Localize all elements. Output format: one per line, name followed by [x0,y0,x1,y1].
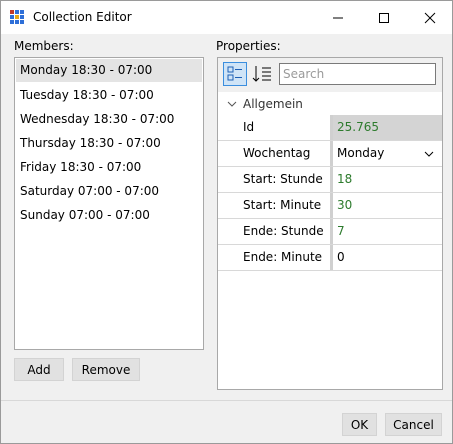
list-item[interactable]: Tuesday 18:30 - 07:00 [15,83,203,107]
close-button[interactable] [407,1,453,34]
app-icon [10,10,25,25]
property-rows: Id 25.765 Wochentag Monday Start: Stunde… [218,115,442,271]
property-value: Monday [337,146,385,160]
close-icon [424,12,436,23]
property-name: Ende: Stunde [243,224,324,238]
weekday-dropdown[interactable]: Monday [330,141,442,166]
categorized-icon [227,66,242,81]
property-row: Wochentag Monday [218,141,442,167]
property-row: Ende: Stunde 7 [218,219,442,245]
add-button[interactable]: Add [14,358,64,381]
collection-editor-window: Collection Editor Members: Monday 18:30 … [0,0,453,444]
footer-divider [1,400,452,401]
categorized-view-button[interactable] [223,62,247,86]
members-list[interactable]: Monday 18:30 - 07:00 Tuesday 18:30 - 07:… [14,57,204,350]
minimize-icon [333,17,343,18]
property-value[interactable]: 7 [330,219,442,244]
list-item[interactable]: Monday 18:30 - 07:00 [16,59,202,82]
list-item[interactable]: Friday 18:30 - 07:00 [15,155,203,179]
cancel-button[interactable]: Cancel [385,413,442,436]
maximize-icon [379,12,389,23]
members-label: Members: [14,39,74,53]
properties-label: Properties: [216,39,281,53]
property-name: Id [243,120,255,134]
property-value[interactable]: 30 [330,193,442,218]
remove-button[interactable]: Remove [72,358,140,381]
property-row: Id 25.765 [218,115,442,141]
list-item[interactable]: Wednesday 18:30 - 07:00 [15,107,203,131]
property-value[interactable]: 0 [330,245,442,270]
chevron-down-icon [227,101,237,107]
maximize-button[interactable] [361,1,407,34]
list-item[interactable]: Sunday 07:00 - 07:00 [15,203,203,227]
property-row: Start: Minute 30 [218,193,442,219]
title-bar: Collection Editor [1,1,452,34]
sort-alphabetical-icon [252,66,271,82]
category-label: Allgemein [243,97,303,111]
property-toolbar [218,58,442,92]
minimize-button[interactable] [315,1,361,34]
property-row: Start: Stunde 18 [218,167,442,193]
property-value: 25.765 [330,115,442,140]
property-grid: Allgemein Id 25.765 Wochentag Monday Sta… [217,57,443,390]
property-row: Ende: Minute 0 [218,245,442,271]
list-item[interactable]: Thursday 18:30 - 07:00 [15,131,203,155]
category-allgemein[interactable]: Allgemein [218,94,442,114]
property-name: Ende: Minute [243,250,323,264]
property-name: Wochentag [243,146,311,160]
property-name: Start: Stunde [243,172,323,186]
chevron-down-icon [424,151,434,157]
property-name: Start: Minute [243,198,322,212]
list-item[interactable]: Saturday 07:00 - 07:00 [15,179,203,203]
alphabetical-view-button[interactable] [251,62,275,86]
property-value[interactable]: 18 [330,167,442,192]
window-title: Collection Editor [33,10,132,24]
property-search-input[interactable] [279,63,436,85]
ok-button[interactable]: OK [342,413,377,436]
